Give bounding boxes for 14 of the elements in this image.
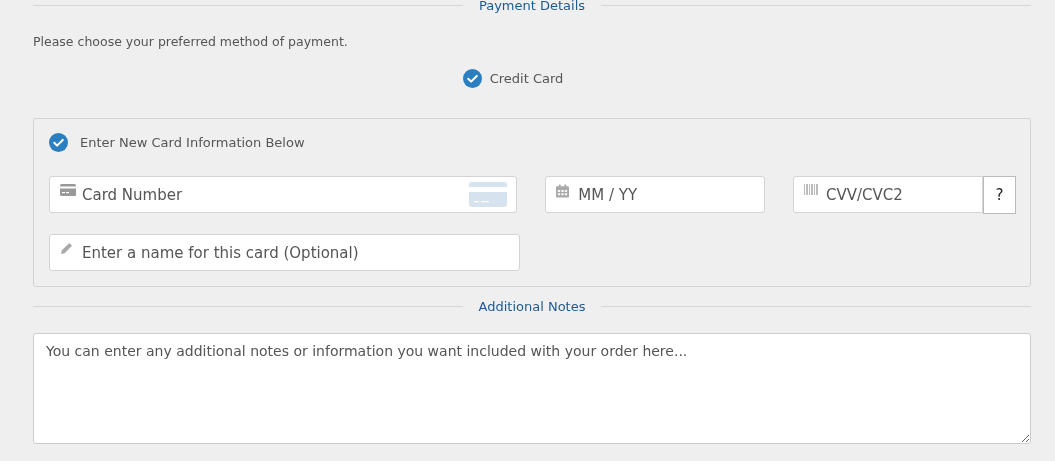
- expiry-field[interactable]: MM / YY: [545, 176, 765, 213]
- help-button[interactable]: ?: [983, 176, 1016, 214]
- card-name-field[interactable]: Enter a name for this card (Optional): [49, 234, 520, 271]
- notes-field[interactable]: You can enter any additional notes or information you want included with your order here...: [33, 333, 1031, 444]
- payment-option-label[interactable]: Credit Card: [489, 70, 564, 86]
- check-circle-icon[interactable]: [462, 68, 482, 88]
- section-title: Additional Notes: [478, 298, 586, 314]
- card-number-field[interactable]: Card Number: [49, 176, 518, 213]
- instruction-text: Please choose your preferred method of payment.: [33, 34, 349, 49]
- section-title: Payment Details: [478, 0, 586, 13]
- new-card-label[interactable]: Enter New Card Information Below: [80, 134, 305, 150]
- credit-card-icon: [469, 182, 508, 207]
- check-circle-icon[interactable]: [49, 132, 68, 152]
- cvv-field[interactable]: CVV/CVC2: [793, 176, 983, 213]
